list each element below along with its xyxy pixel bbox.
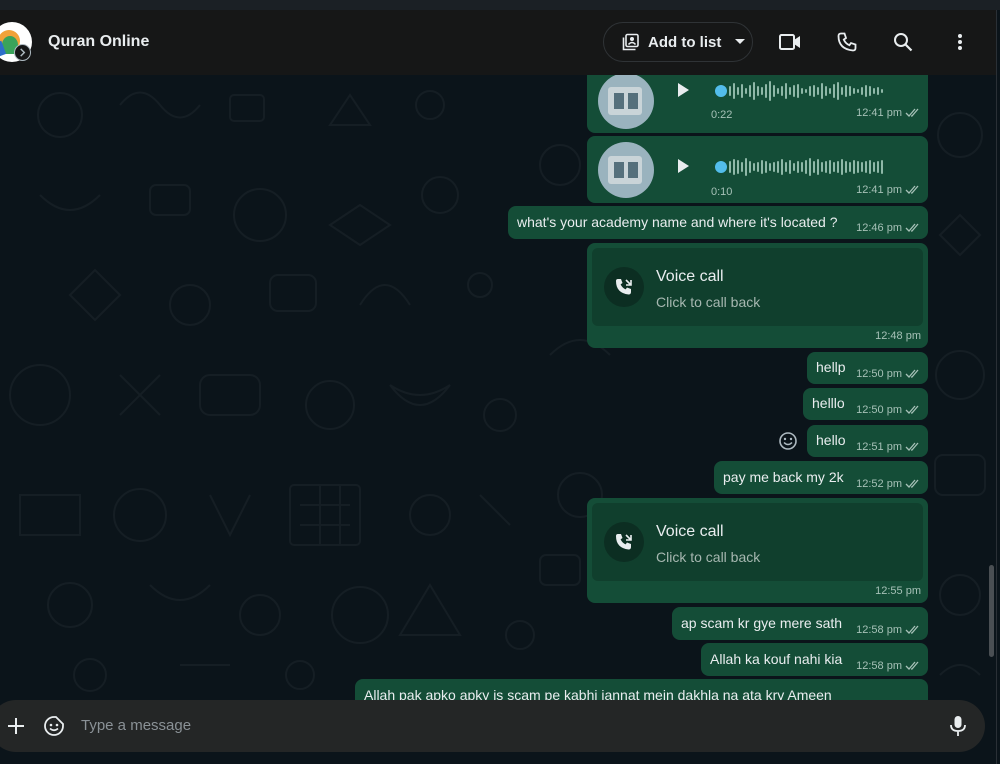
message-bubble[interactable]: Allah ka kouf nahi kia 12:58 pm xyxy=(701,643,928,676)
message-meta: 12:51 pm xyxy=(856,441,921,453)
message-input-bar[interactable]: Type a message xyxy=(0,700,985,752)
message-list[interactable]: 0:22 12:41 pm 0:10 12:41 pm what's your … xyxy=(0,75,996,700)
caret-down-icon xyxy=(735,39,746,44)
waveform[interactable] xyxy=(729,81,883,101)
message-input[interactable]: Type a message xyxy=(81,717,191,734)
playback-position-dot[interactable] xyxy=(715,161,727,173)
read-ticks-icon xyxy=(905,479,919,488)
message-text: helllo xyxy=(812,395,845,411)
message-bubble[interactable]: ap scam kr gye mere sath 12:58 pm xyxy=(672,607,928,640)
voice-message[interactable]: 0:10 12:41 pm xyxy=(587,136,928,203)
message-time: 12:51 pm xyxy=(856,441,902,453)
message-meta: 12:41 pm xyxy=(856,107,921,119)
message-time: 12:48 pm xyxy=(875,330,921,342)
playback-position-dot[interactable] xyxy=(715,85,727,97)
message-text: what's your academy name and where it's … xyxy=(517,214,838,230)
message-text: Allah ka kouf nahi kia xyxy=(710,651,843,667)
message-time: 12:55 pm xyxy=(875,585,921,597)
missed-call-icon xyxy=(604,522,644,562)
message-text: Allah pak apko apky is scam pe kabhi jan… xyxy=(364,687,832,700)
composer: Type a message xyxy=(0,700,996,764)
phone-icon[interactable] xyxy=(836,31,858,53)
message-text: ap scam kr gye mere sath xyxy=(681,615,843,631)
message-bubble[interactable]: hello 12:51 pm xyxy=(807,425,928,457)
read-ticks-icon xyxy=(905,405,919,414)
message-time: 12:41 pm xyxy=(856,184,902,196)
read-ticks-icon xyxy=(905,625,919,634)
call-title: Voice call xyxy=(656,268,724,285)
play-icon[interactable] xyxy=(677,83,691,99)
message-time: 12:50 pm xyxy=(856,404,902,416)
window-top-strip xyxy=(0,0,1000,10)
sender-thumbnail xyxy=(598,142,654,198)
message-text: hellp xyxy=(816,359,846,375)
message-meta: 12:46 pm xyxy=(856,222,921,234)
message-meta: 12:58 pm xyxy=(856,624,921,636)
message-meta: 12:52 pm xyxy=(856,478,921,490)
read-ticks-icon xyxy=(905,223,919,232)
plus-icon[interactable] xyxy=(6,716,26,736)
menu-icon[interactable] xyxy=(949,31,971,53)
message-text: hello xyxy=(816,432,846,448)
voice-message[interactable]: 0:22 12:41 pm xyxy=(587,75,928,133)
emoji-react-icon[interactable] xyxy=(778,431,798,451)
video-call-icon[interactable] xyxy=(779,31,801,53)
chat-header: Quran Online Add to list xyxy=(0,10,996,75)
missed-call-card[interactable]: Voice call Click to call back 12:55 pm xyxy=(587,498,928,603)
read-ticks-icon xyxy=(905,369,919,378)
waveform[interactable] xyxy=(729,157,883,177)
add-to-list-button[interactable]: Add to list xyxy=(603,22,753,62)
message-time: 12:58 pm xyxy=(856,624,902,636)
scrollbar-thumb[interactable] xyxy=(989,565,994,657)
missed-call-card[interactable]: Voice call Click to call back 12:48 pm xyxy=(587,243,928,348)
message-bubble[interactable]: hellp 12:50 pm xyxy=(807,352,928,384)
chat-window: Quran Online Add to list 0:22 12:41 pm 0… xyxy=(0,10,997,764)
message-meta: 12:48 pm xyxy=(875,330,921,342)
sender-thumbnail xyxy=(598,75,654,129)
message-meta: 12:58 pm xyxy=(856,660,921,672)
mic-icon[interactable] xyxy=(948,715,968,737)
play-icon[interactable] xyxy=(677,159,691,175)
read-ticks-icon xyxy=(905,108,919,117)
call-subtitle: Click to call back xyxy=(656,549,761,565)
missed-call-icon xyxy=(604,267,644,307)
message-time: 12:50 pm xyxy=(856,368,902,380)
list-icon xyxy=(622,33,639,51)
read-ticks-icon xyxy=(905,185,919,194)
message-time: 12:58 pm xyxy=(856,660,902,672)
message-time: 12:46 pm xyxy=(856,222,902,234)
read-ticks-icon xyxy=(905,661,919,670)
read-ticks-icon xyxy=(905,442,919,451)
message-time: 12:41 pm xyxy=(856,107,902,119)
status-chevron-icon[interactable] xyxy=(14,44,31,61)
call-back-panel[interactable]: Voice call Click to call back xyxy=(592,248,923,326)
chat-title[interactable]: Quran Online xyxy=(48,33,149,51)
voice-duration: 0:22 xyxy=(711,109,733,121)
call-title: Voice call xyxy=(656,523,724,540)
message-time: 12:52 pm xyxy=(856,478,902,490)
message-meta: 12:41 pm xyxy=(856,184,921,196)
search-icon[interactable] xyxy=(892,31,914,53)
call-subtitle: Click to call back xyxy=(656,294,761,310)
message-meta: 12:50 pm xyxy=(856,404,921,416)
message-bubble[interactable]: what's your academy name and where it's … xyxy=(508,206,928,239)
voice-duration: 0:10 xyxy=(711,186,733,198)
message-meta: 12:50 pm xyxy=(856,368,921,380)
call-back-panel[interactable]: Voice call Click to call back xyxy=(592,503,923,581)
message-bubble[interactable]: Allah pak apko apky is scam pe kabhi jan… xyxy=(355,679,928,700)
add-to-list-label: Add to list xyxy=(648,33,722,51)
message-text: pay me back my 2k xyxy=(723,469,844,485)
message-bubble[interactable]: helllo 12:50 pm xyxy=(803,388,928,420)
message-bubble[interactable]: pay me back my 2k 12:52 pm xyxy=(714,461,928,494)
message-meta: 12:55 pm xyxy=(875,585,921,597)
sticker-icon[interactable] xyxy=(43,715,65,737)
